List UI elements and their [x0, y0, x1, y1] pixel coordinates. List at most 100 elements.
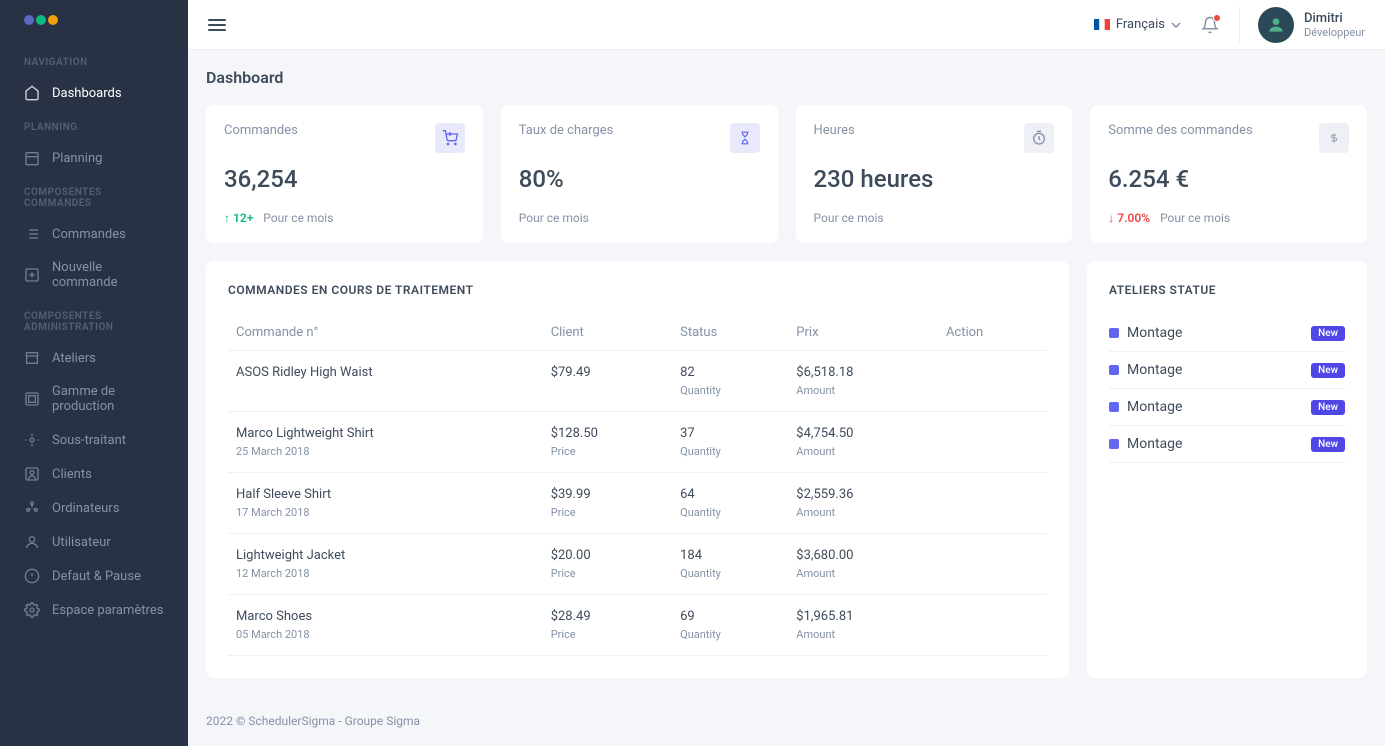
- status-badge: New: [1311, 326, 1345, 341]
- table-row[interactable]: Marco Lightweight Shirt 25 March 2018 $128…: [228, 412, 1047, 473]
- sidebar: NAVIGATIONDashboardsPLANNINGPlanningCOMP…: [0, 0, 188, 746]
- stat-sub: Pour ce mois: [263, 211, 333, 225]
- nav-icon: [24, 150, 40, 166]
- timer-icon: [1024, 123, 1054, 153]
- sidebar-item-commandes[interactable]: Commandes: [0, 217, 188, 251]
- sidebar-item-nouvelle-commande[interactable]: Nouvelle commande: [0, 251, 188, 299]
- nav-label: Commandes: [52, 227, 126, 242]
- atelier-label: Montage: [1127, 436, 1182, 452]
- nav-label: Gamme de production: [52, 384, 164, 414]
- order-name: Lightweight Jacket: [236, 548, 535, 563]
- logo-dot: [48, 15, 58, 25]
- stat-value: 80%: [519, 165, 760, 193]
- stat-label: Commandes: [224, 123, 298, 138]
- square-icon: [1109, 365, 1119, 375]
- notification-dot: [1213, 14, 1221, 22]
- notifications-button[interactable]: [1201, 16, 1219, 34]
- table-row[interactable]: Lightweight Jacket12 March 2018$20.00Pri…: [228, 534, 1047, 595]
- nav-label: Espace paramètres: [52, 603, 163, 618]
- sidebar-item-clients[interactable]: Clients: [0, 457, 188, 491]
- table-row[interactable]: Half Sleeve Shirt17 March 2018$39.99Pric…: [228, 473, 1047, 534]
- nav-icon: [24, 350, 40, 366]
- sidebar-item-ordinateurs[interactable]: Ordinateurs: [0, 491, 188, 525]
- stat-card: Somme des commandes6.254 €↓ 7.00%Pour ce…: [1090, 105, 1367, 243]
- dollar-icon: [1319, 123, 1349, 153]
- user-name: Dimitri: [1304, 11, 1365, 26]
- order-date: 05 March 2018: [236, 628, 535, 641]
- logo-dot: [36, 15, 46, 25]
- avatar: [1258, 7, 1294, 43]
- order-name: Marco Lightweight Shirt: [236, 426, 535, 441]
- sidebar-item-planning[interactable]: Planning: [0, 141, 188, 175]
- order-amount: $4,754.50: [796, 426, 930, 441]
- sidebar-item-defaut-pause[interactable]: Defaut & Pause: [0, 559, 188, 593]
- order-qty: 69: [680, 609, 780, 624]
- sidebar-item-espace-param-tres[interactable]: Espace paramètres: [0, 593, 188, 627]
- status-badge: New: [1311, 400, 1345, 415]
- nav-icon: [24, 267, 40, 283]
- logo-dot: [24, 15, 34, 25]
- nav-label: Utilisateur: [52, 535, 111, 550]
- atelier-item[interactable]: Montage New: [1109, 389, 1345, 426]
- atelier-label: Montage: [1127, 399, 1182, 415]
- order-date: 25 March 2018: [236, 445, 535, 458]
- order-qty: 64: [680, 487, 780, 502]
- nav-label: Ordinateurs: [52, 501, 119, 516]
- nav-icon: [24, 226, 40, 242]
- ateliers-panel-title: ATELIERS STATUE: [1109, 283, 1345, 297]
- nav-icon: [24, 534, 40, 550]
- order-qty: 82: [680, 365, 780, 380]
- stat-label: Somme des commandes: [1108, 123, 1252, 138]
- order-name: ASOS Ridley High Waist: [236, 365, 535, 380]
- order-price: $28.49: [551, 609, 664, 624]
- atelier-item[interactable]: MontageNew: [1109, 426, 1345, 463]
- order-name: Marco Shoes: [236, 609, 535, 624]
- nav-label: Nouvelle commande: [52, 260, 164, 290]
- col-prix: Prix: [788, 315, 938, 351]
- logo: [0, 15, 188, 45]
- nav-icon: [24, 568, 40, 584]
- sidebar-item-gamme-de-production[interactable]: Gamme de production: [0, 375, 188, 423]
- table-row[interactable]: Marco Shoes05 March 2018$28.49Price69Qua…: [228, 595, 1047, 656]
- hourglass-icon: [730, 123, 760, 153]
- section-title: COMPOSENTES COMMANDES: [0, 175, 188, 217]
- cart-icon: [435, 123, 465, 153]
- sidebar-item-dashboards[interactable]: Dashboards: [0, 76, 188, 110]
- nav-label: Sous-traitant: [52, 433, 126, 448]
- order-price: $128.50: [551, 426, 664, 441]
- nav-label: Ateliers: [52, 351, 96, 366]
- nav-icon: [24, 432, 40, 448]
- sidebar-item-utilisateur[interactable]: Utilisateur: [0, 525, 188, 559]
- col-commande: Commande n°: [228, 315, 543, 351]
- table-row[interactable]: ASOS Ridley High Waist$79.4982Quantity$6…: [228, 351, 1047, 412]
- square-icon: [1109, 328, 1119, 338]
- nav-icon: [24, 391, 40, 407]
- stat-label: Taux de charges: [519, 123, 614, 138]
- stat-value: 230 heures: [814, 165, 1055, 193]
- order-date: 12 March 2018: [236, 567, 535, 580]
- stat-value: 36,254: [224, 165, 465, 193]
- menu-toggle-icon[interactable]: [208, 19, 226, 31]
- user-role: Développeur: [1304, 26, 1365, 39]
- orders-panel-title: COMMANDES EN COURS DE TRAITEMENT: [228, 283, 1047, 297]
- section-title: NAVIGATION: [0, 45, 188, 76]
- orders-table: Commande n° Client Status Prix Action AS…: [228, 315, 1047, 656]
- atelier-item[interactable]: MontageNew: [1109, 352, 1345, 389]
- sidebar-item-sous-traitant[interactable]: Sous-traitant: [0, 423, 188, 457]
- order-name: Half Sleeve Shirt: [236, 487, 535, 502]
- trend-down: ↓ 7.00%: [1108, 211, 1150, 225]
- col-client: Client: [543, 315, 672, 351]
- user-menu[interactable]: Dimitri Développeur: [1239, 7, 1365, 43]
- nav-label: Defaut & Pause: [52, 569, 141, 584]
- atelier-label: Montage: [1127, 362, 1182, 378]
- ateliers-panel: ATELIERS STATUE Montage New Montage New Mont…: [1087, 261, 1367, 678]
- order-qty: 37: [680, 426, 780, 441]
- language-selector[interactable]: Français: [1094, 17, 1181, 32]
- order-amount: $1,965.81: [796, 609, 930, 624]
- sidebar-item-ateliers[interactable]: Ateliers: [0, 341, 188, 375]
- nav-label: Planning: [52, 151, 102, 166]
- square-icon: [1109, 439, 1119, 449]
- atelier-item[interactable]: MontageNew: [1109, 315, 1345, 352]
- chevron-down-icon: [1171, 22, 1181, 28]
- stat-sub: Pour ce mois: [519, 211, 589, 225]
